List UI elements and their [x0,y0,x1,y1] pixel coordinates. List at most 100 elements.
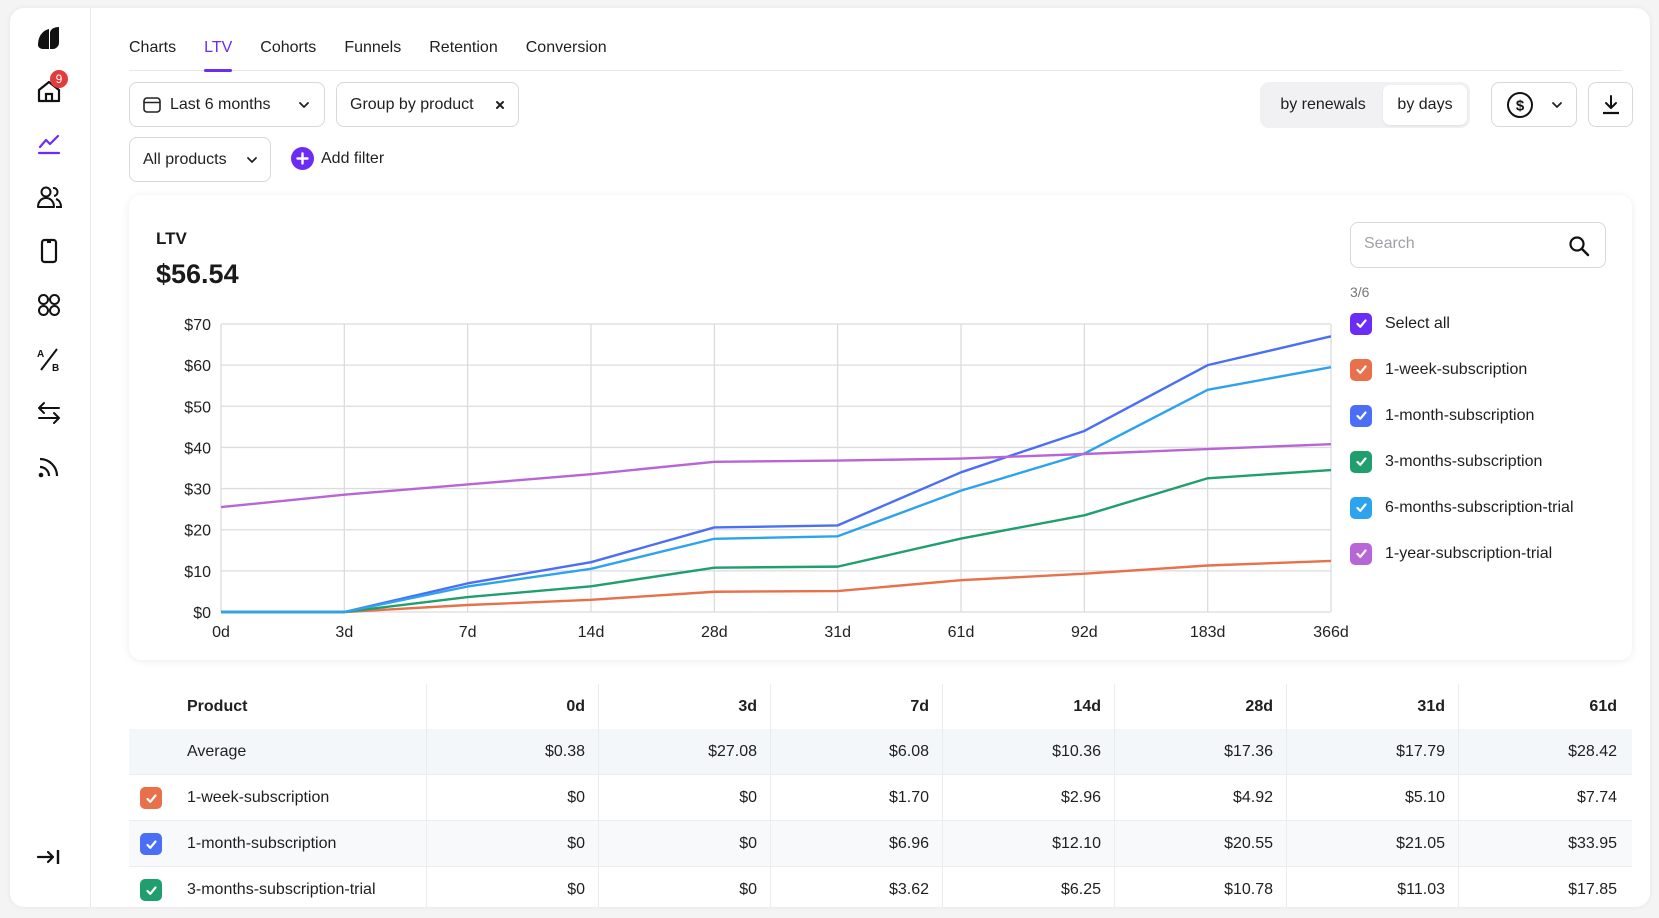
row-checkbox-icon[interactable] [140,879,162,901]
checkbox-checked-icon[interactable] [1350,312,1372,335]
date-range-label: Last 6 months [170,95,271,113]
checkbox-checked-icon[interactable] [1350,496,1372,519]
table-cell: $0 [426,867,598,907]
column-header[interactable]: 61d [1458,684,1630,729]
currency-dropdown[interactable]: $ [1491,82,1577,127]
products-dropdown[interactable]: All products [129,137,271,182]
group-by-chip[interactable]: Group by product [336,82,519,127]
close-icon[interactable] [495,100,505,110]
sidebar-item-ab-tests[interactable]: AB [32,342,66,376]
sidebar-item-analytics[interactable] [32,127,66,161]
legend-label: Select all [1385,314,1450,332]
y-tick-label: $50 [184,399,211,416]
search-icon[interactable] [1567,234,1591,258]
sidebar-item-apps[interactable] [32,288,66,322]
table-cell: $6.25 [942,867,1114,907]
column-header[interactable]: Product [129,684,426,729]
legend-label: 1-week-subscription [1385,360,1528,378]
leaf-logo-icon[interactable] [32,22,66,56]
column-header[interactable]: 28d [1114,684,1286,729]
table-cell: $12.10 [942,821,1114,866]
sidebar-item-transfers[interactable] [32,396,66,430]
table-cell: $6.96 [770,821,942,866]
y-tick-label: $40 [184,440,211,457]
add-filter-label: Add filter [321,149,385,167]
column-header[interactable]: 14d [942,684,1114,729]
tab-funnels[interactable]: Funnels [344,30,401,71]
table-cell: $27.08 [598,729,770,774]
row-checkbox-icon[interactable] [140,833,162,855]
legend-item[interactable]: 1-month-subscription [1350,400,1606,431]
ltv-chart-card: LTV $56.54 $0 $10 $20 $30 $40 $50 $60 $70 0d 3d 7d… [129,195,1632,660]
tab-ltv[interactable]: LTV [204,30,233,72]
dollar-circle-icon: $ [1507,91,1533,118]
table-header-row: Product 0d 3d 7d 14d 28d 31d 61d [129,684,1632,729]
column-header[interactable]: 0d [426,684,598,729]
users-icon [37,186,63,208]
series-line-1-week-subscription [221,559,1332,614]
chevron-down-icon [1552,101,1562,108]
ltv-table: Product 0d 3d 7d 14d 28d 31d 61d Average $0.38 $27… [129,684,1632,907]
x-tick-label: 28d [701,624,728,641]
x-tick-label: 92d [1071,624,1098,641]
checkbox-checked-icon[interactable] [1350,542,1372,565]
checkbox-checked-icon[interactable] [1350,450,1372,473]
legend-select-all[interactable]: Select all [1350,308,1606,339]
tab-retention[interactable]: Retention [429,30,498,71]
download-button[interactable] [1588,82,1633,127]
by-days-option[interactable]: by days [1383,85,1467,125]
y-tick-label: $20 [184,523,211,540]
sidebar-item-feed[interactable] [32,450,66,484]
chevron-down-icon [247,156,257,163]
tab-cohorts[interactable]: Cohorts [260,30,316,71]
table-cell: $0 [598,821,770,866]
sidebar-item-devices[interactable] [32,234,66,268]
legend-item[interactable]: 6-months-subscription-trial [1350,492,1606,523]
x-tick-label: 31d [824,624,851,641]
column-header[interactable]: 31d [1286,684,1458,729]
legend-item[interactable]: 3-months-subscription [1350,446,1606,477]
legend-item[interactable]: 1-week-subscription [1350,354,1606,385]
chart-legend: 3/6 Select all 1-week-subscription 1-month… [1350,222,1606,569]
legend-label: 3-months-subscription [1385,452,1543,470]
notification-badge: 9 [50,70,68,88]
legend-item[interactable]: 1-year-subscription-trial [1350,538,1606,569]
y-tick-label: $30 [184,482,211,499]
table-cell: $4.92 [1114,775,1286,820]
series-line-1-year-subscription-trial [220,442,1332,509]
series-line-6-months-subscription-trial [221,366,1332,614]
checkbox-checked-icon[interactable] [1350,358,1372,381]
table-row: 1-week-subscription $0 $0 $1.70 $2.96 $4.92 $5… [129,775,1632,821]
table-cell: $0 [598,775,770,820]
collapse-sidebar-button[interactable] [32,840,66,874]
date-range-dropdown[interactable]: Last 6 months [129,82,325,127]
sidebar-item-users[interactable] [32,180,66,214]
y-tick-label: $70 [184,317,211,334]
column-header[interactable]: 3d [598,684,770,729]
table-cell: $17.85 [1458,867,1630,907]
checkbox-checked-icon[interactable] [1350,404,1372,427]
ab-test-icon: AB [37,348,59,373]
table-cell: $7.74 [1458,775,1630,820]
table-cell: $0 [598,867,770,907]
tab-charts[interactable]: Charts [129,30,176,71]
selection-count: 3/6 [1350,284,1370,300]
tab-conversion[interactable]: Conversion [526,30,607,71]
main-content: Charts LTV Cohorts Funnels Retention Con… [91,8,1650,907]
legend-search[interactable] [1350,222,1606,268]
row-checkbox-icon[interactable] [140,787,162,809]
legend-search-input[interactable] [1364,235,1554,253]
table-cell: $10.36 [942,729,1114,774]
table-cell: $21.05 [1286,821,1458,866]
arrows-swap-icon [38,402,60,424]
by-renewals-option[interactable]: by renewals [1263,85,1383,125]
table-row: 3-months-subscription-trial $0 $0 $3.62 $6.2… [129,867,1632,907]
column-header[interactable]: 7d [770,684,942,729]
sidebar-item-home[interactable]: 9 [32,70,68,108]
table-cell: $0 [426,775,598,820]
x-tick-label: 7d [459,624,477,641]
svg-text:$: $ [1516,97,1525,114]
view-mode-toggle: by renewals by days [1260,82,1470,128]
grid-icon [38,294,60,316]
add-filter-button[interactable]: Add filter [291,147,384,170]
